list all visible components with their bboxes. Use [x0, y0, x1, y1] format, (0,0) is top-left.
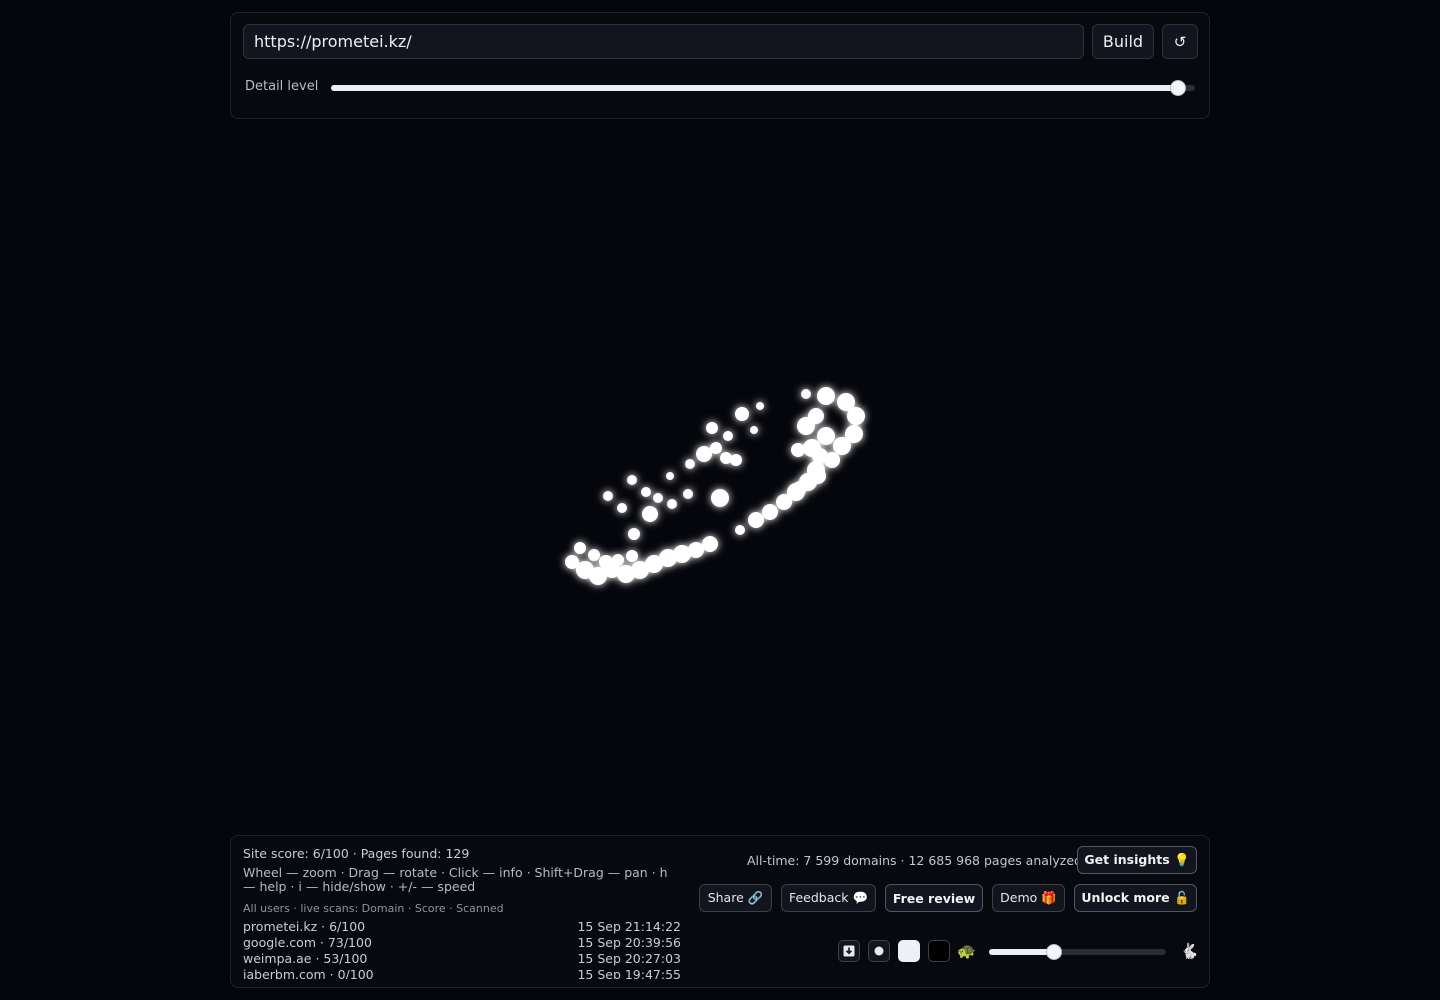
site-graph-canvas[interactable]	[0, 130, 1440, 830]
graph-node[interactable]	[791, 443, 805, 457]
scan-domain: jaberbm.com · 0/100	[243, 967, 374, 979]
scan-domain: prometei.kz · 6/100	[243, 919, 366, 934]
top-panel: Build ↺ Detail level	[230, 12, 1210, 119]
speed-fill	[989, 949, 1055, 955]
graph-node[interactable]	[756, 402, 764, 410]
download-icon	[843, 945, 855, 957]
list-item[interactable]: prometei.kz · 6/100 15 Sep 21:14:22	[243, 919, 681, 935]
site-score-text: Site score: 6/100 · Pages found: 129	[243, 846, 470, 861]
url-input[interactable]	[243, 24, 1084, 59]
turtle-icon: 🐢	[957, 942, 976, 960]
graph-node[interactable]	[735, 407, 749, 421]
get-insights-button[interactable]: Get insights 💡	[1077, 846, 1197, 874]
graph-node[interactable]	[801, 389, 811, 399]
scan-time: 15 Sep 20:39:56	[577, 935, 681, 950]
graph-node[interactable]	[803, 439, 821, 457]
graph-node[interactable]	[617, 503, 627, 513]
graph-node[interactable]	[626, 550, 638, 562]
graph-node[interactable]	[810, 468, 826, 484]
detail-level-fill	[331, 85, 1178, 91]
graph-node[interactable]	[762, 504, 778, 520]
scan-domain: google.com · 73/100	[243, 935, 372, 950]
graph-node[interactable]	[628, 528, 640, 540]
light-theme-button[interactable]	[898, 940, 920, 962]
graph-node[interactable]	[683, 489, 693, 499]
graph-node[interactable]	[673, 545, 691, 563]
graph-node[interactable]	[730, 454, 742, 466]
graph-node[interactable]	[696, 446, 712, 462]
build-button[interactable]: Build	[1092, 24, 1154, 59]
graph-node[interactable]	[599, 555, 613, 569]
graph-node[interactable]	[667, 499, 677, 509]
node-size-button[interactable]	[868, 940, 890, 962]
graph-node[interactable]	[748, 512, 764, 528]
scan-time: 15 Sep 19:47:55	[577, 967, 681, 979]
free-review-button[interactable]: Free review	[885, 884, 983, 912]
list-item[interactable]: jaberbm.com · 0/100 15 Sep 19:47:55	[243, 967, 681, 979]
detail-level-slider[interactable]	[331, 80, 1195, 96]
graph-node[interactable]	[653, 493, 663, 503]
graph-node[interactable]	[817, 387, 835, 405]
graph-node[interactable]	[603, 491, 613, 501]
graph-node[interactable]	[666, 472, 674, 480]
graph-node[interactable]	[688, 542, 704, 558]
dot-icon	[874, 946, 884, 956]
speed-thumb[interactable]	[1046, 944, 1063, 960]
list-item[interactable]: google.com · 73/100 15 Sep 20:39:56	[243, 935, 681, 951]
graph-node[interactable]	[612, 554, 624, 566]
graph-node[interactable]	[685, 459, 695, 469]
bottom-panel: Site score: 6/100 · Pages found: 129 Whe…	[230, 835, 1210, 988]
graph-node[interactable]	[706, 422, 718, 434]
graph-node[interactable]	[833, 437, 851, 455]
live-scans-header: All users · live scans: Domain · Score ·…	[243, 902, 504, 915]
graph-node[interactable]	[641, 487, 651, 497]
graph-node[interactable]	[817, 427, 835, 445]
graph-node[interactable]	[720, 452, 732, 464]
graph-node[interactable]	[574, 542, 586, 554]
refresh-button[interactable]: ↺	[1162, 24, 1198, 59]
scan-domain: weimpa.ae · 53/100	[243, 951, 368, 966]
graph-node[interactable]	[735, 525, 745, 535]
graph-node[interactable]	[808, 408, 824, 424]
graph-node[interactable]	[793, 481, 807, 495]
graph-node[interactable]	[588, 549, 600, 561]
dark-theme-button[interactable]	[928, 940, 950, 962]
live-scans-list[interactable]: prometei.kz · 6/100 15 Sep 21:14:22 goog…	[243, 919, 681, 979]
graph-node[interactable]	[750, 426, 758, 434]
site-graph[interactable]	[0, 130, 1440, 830]
download-button[interactable]	[838, 940, 860, 962]
graph-node[interactable]	[824, 452, 840, 468]
graph-node[interactable]	[723, 431, 733, 441]
alltime-stats: All-time: 7 599 domains · 12 685 968 pag…	[747, 853, 1082, 868]
graph-node[interactable]	[627, 475, 637, 485]
unlock-more-button[interactable]: Unlock more 🔓	[1074, 884, 1197, 912]
detail-level-label: Detail level	[245, 79, 319, 94]
scan-time: 15 Sep 21:14:22	[577, 919, 681, 934]
scan-time: 15 Sep 20:27:03	[577, 951, 681, 966]
graph-node[interactable]	[711, 489, 729, 507]
feedback-button[interactable]: Feedback 💬	[781, 884, 876, 912]
help-text: Wheel — zoom · Drag — rotate · Click — i…	[243, 865, 668, 894]
detail-level-thumb[interactable]	[1169, 80, 1186, 96]
list-item[interactable]: weimpa.ae · 53/100 15 Sep 20:27:03	[243, 951, 681, 967]
demo-button[interactable]: Demo 🎁	[992, 884, 1065, 912]
refresh-icon: ↺	[1173, 32, 1187, 51]
speed-slider[interactable]	[989, 944, 1166, 960]
graph-node[interactable]	[710, 442, 722, 454]
graph-node[interactable]	[702, 536, 718, 552]
graph-node[interactable]	[642, 506, 658, 522]
graph-node[interactable]	[847, 407, 865, 425]
rabbit-icon: 🐇	[1180, 942, 1199, 960]
share-button[interactable]: Share 🔗	[699, 884, 772, 912]
